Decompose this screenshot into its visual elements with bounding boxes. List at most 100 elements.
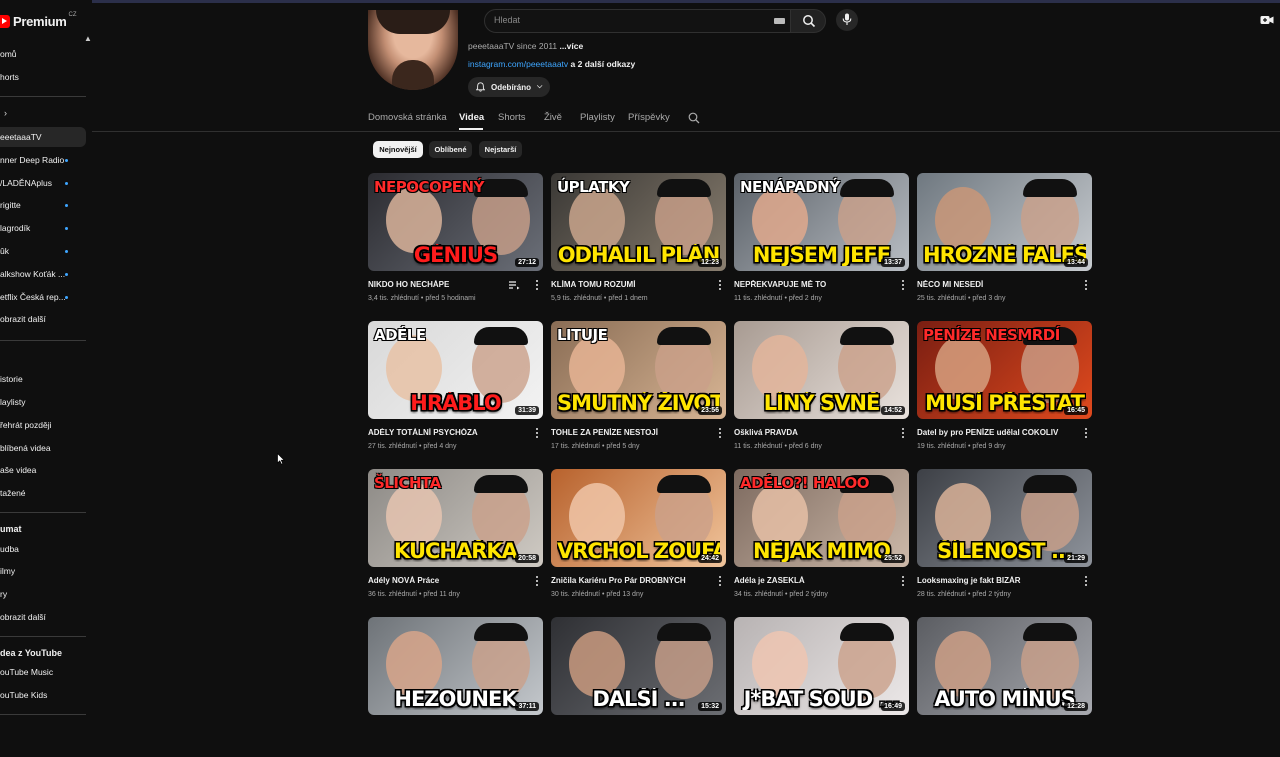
more-options-icon[interactable] (535, 280, 539, 292)
sidebar-item-youtube-kids[interactable]: ouTube Kids (0, 685, 86, 705)
sidebar-item-subscription[interactable]: /LADĚNAplus (0, 173, 86, 193)
search-button[interactable] (790, 9, 826, 33)
chevron-up-icon[interactable]: ▲ (84, 34, 92, 43)
video-thumbnail[interactable]: AUTO MÍNUS 12:28 (917, 617, 1092, 715)
video-card[interactable]: DALŠÍ ... 15:32 (551, 617, 726, 757)
subscribed-button[interactable]: Odebíráno ⌵ (468, 77, 550, 97)
video-card[interactable]: NENÁPADNÝ NEJSEM JEFF 13:37 NEPŘEKVAPUJE MĚ… (734, 173, 909, 313)
sidebar-item-peeetaaatv[interactable]: eeetaaaTV (0, 127, 86, 147)
chevron-right-icon[interactable]: › (4, 108, 7, 118)
video-card[interactable]: ADÉLO?! HALOO NĚJAK MIMO 25:52 Adéla je ZAS… (734, 469, 909, 609)
youtube-premium-logo[interactable]: Premium CZ (0, 12, 77, 30)
video-thumbnail[interactable]: NEPOCOPENÝ GÉNIUS 27:12 (368, 173, 543, 271)
video-thumbnail[interactable]: PENÍZE NESMRDÍ MUSÍ PŘESTAT 16:45 (917, 321, 1092, 419)
video-title[interactable]: Zničila Kariéru Pro Pár DROBNÝCH (551, 576, 701, 585)
more-options-icon[interactable] (718, 576, 722, 588)
sidebar-item-movies[interactable]: ilmy (0, 561, 86, 581)
video-title[interactable]: Ošklivá PRAVDA (734, 428, 884, 437)
video-title[interactable]: Adély NOVÁ Práce (368, 576, 518, 585)
video-card[interactable]: PENÍZE NESMRDÍ MUSÍ PŘESTAT 16:45 Datel by … (917, 321, 1092, 461)
sidebar-item-subscription[interactable]: rigitte (0, 195, 86, 215)
channel-description[interactable]: peeetaaaTV since 2011 ...více (468, 41, 583, 51)
more-options-icon[interactable] (535, 428, 539, 440)
video-card[interactable]: HEZOUNEK 37:11 (368, 617, 543, 757)
sidebar-item-youtube-music[interactable]: ouTube Music (0, 662, 86, 682)
video-card[interactable]: LÍNÝ SVNĚ 14:52 Ošklivá PRAVDA 11 tis. zhlé… (734, 321, 909, 461)
video-title[interactable]: Adéla je ZASEKLÁ (734, 576, 884, 585)
video-thumbnail[interactable]: HEZOUNEK 37:11 (368, 617, 543, 715)
sidebar-item-playlists[interactable]: laylisty (0, 392, 86, 412)
voice-search-button[interactable] (836, 9, 858, 31)
tab-live[interactable]: Živě (544, 112, 562, 123)
tab-playlists[interactable]: Playlisty (580, 112, 615, 123)
video-card[interactable]: AUTO MÍNUS 12:28 (917, 617, 1092, 757)
more-options-icon[interactable] (535, 576, 539, 588)
chip-newest[interactable]: Nejnovější (373, 141, 423, 158)
sidebar-item-subscription[interactable]: nner Deep Radio (0, 150, 86, 170)
channel-instagram-link[interactable]: instagram.com/peeetaaatv (468, 59, 568, 69)
sidebar-item-subscription[interactable]: lagrodík (0, 218, 86, 238)
more-options-icon[interactable] (718, 428, 722, 440)
video-card[interactable]: ŠÍLENOST ... 21:29 Looksmaxing je fakt BIZ… (917, 469, 1092, 609)
sidebar-show-more[interactable]: obrazit další (0, 607, 86, 627)
channel-more-links[interactable]: a 2 další odkazy (568, 59, 636, 69)
video-card[interactable]: LITUJE SMUTNÝ ŽIVOT 23:56 TOHLE ZA PENÍZE N… (551, 321, 726, 461)
video-card[interactable]: NEPOCOPENÝ GÉNIUS 27:12 NIKDO HO NECHÁPE 3,4… (368, 173, 543, 313)
video-thumbnail[interactable]: J*BAT SOUD ... 16:49 (734, 617, 909, 715)
search-input[interactable]: Hledat (494, 15, 520, 25)
video-card[interactable]: HROZNÉ FALEŠNÉ13:44 NĚCO MI NESEDÍ 25 tis.… (917, 173, 1092, 313)
video-title[interactable]: KLÍMA TOMU ROZUMÍ (551, 280, 701, 289)
video-thumbnail[interactable]: NENÁPADNÝ NEJSEM JEFF 13:37 (734, 173, 909, 271)
sidebar-item-music[interactable]: udba (0, 539, 86, 559)
more-options-icon[interactable] (1084, 576, 1088, 588)
video-thumbnail[interactable]: HROZNÉ FALEŠNÉ13:44 (917, 173, 1092, 271)
sidebar-item-subscription[interactable]: etflix Česká rep... (0, 287, 86, 307)
video-title[interactable]: NĚCO MI NESEDÍ (917, 280, 1067, 289)
video-title[interactable]: NEPŘEKVAPUJE MĚ TO (734, 280, 884, 289)
sidebar-item-downloads[interactable]: tažené (0, 483, 86, 503)
video-thumbnail[interactable]: ŠLICHTA KUCHAŘKA 20:58 (368, 469, 543, 567)
chip-oldest[interactable]: Nejstarší (479, 141, 522, 158)
more-options-icon[interactable] (718, 280, 722, 292)
sidebar-item-subscription[interactable]: ûk (0, 241, 86, 261)
search-box[interactable]: Hledat (484, 9, 792, 33)
sidebar-item-shorts[interactable]: horts (0, 67, 86, 87)
video-thumbnail[interactable]: VRCHOL ZOUFALSTVÍ24:42 (551, 469, 726, 567)
channel-more-link[interactable]: ...více (560, 41, 584, 51)
video-thumbnail[interactable]: ŠÍLENOST ... 21:29 (917, 469, 1092, 567)
video-card[interactable]: ŠLICHTA KUCHAŘKA 20:58 Adély NOVÁ Práce 36 t… (368, 469, 543, 609)
video-card[interactable]: VRCHOL ZOUFALSTVÍ24:42 Zničila Kariéru Pr… (551, 469, 726, 609)
video-title[interactable]: TOHLE ZA PENÍZE NESTOJÍ (551, 428, 701, 437)
video-thumbnail[interactable]: ADÉLO?! HALOO NĚJAK MIMO 25:52 (734, 469, 909, 567)
video-thumbnail[interactable]: ÚPLATKY ODHALIL PLÁN 12:23 (551, 173, 726, 271)
sidebar-item-home[interactable]: omů (0, 44, 86, 64)
video-thumbnail[interactable]: DALŠÍ ... 15:32 (551, 617, 726, 715)
sidebar-item-history[interactable]: istorie (0, 369, 86, 389)
tab-videos[interactable]: Videa (459, 112, 484, 123)
sidebar-item-watch-later[interactable]: řehrát později (0, 415, 86, 435)
keyboard-icon[interactable] (774, 18, 785, 24)
video-thumbnail[interactable]: LITUJE SMUTNÝ ŽIVOT 23:56 (551, 321, 726, 419)
tab-home[interactable]: Domovská stránka (368, 112, 447, 123)
video-card[interactable]: ADÉLE HRÁBLO 31:39 ADÉLY TOTÁLNÍ PSYCHÓZA 27… (368, 321, 543, 461)
sidebar-item-liked-videos[interactable]: blíbená videa (0, 438, 86, 458)
video-title[interactable]: NIKDO HO NECHÁPE (368, 280, 518, 289)
video-title[interactable]: Datel by pro PENÍZE udělal COKOLIV (917, 428, 1067, 437)
sidebar-item-your-videos[interactable]: aše videa (0, 460, 86, 480)
more-options-icon[interactable] (1084, 428, 1088, 440)
tab-posts[interactable]: Příspěvky (628, 112, 670, 123)
add-to-queue-icon[interactable] (508, 279, 520, 291)
channel-avatar[interactable] (368, 10, 458, 90)
more-options-icon[interactable] (1084, 280, 1088, 292)
video-title[interactable]: ADÉLY TOTÁLNÍ PSYCHÓZA (368, 428, 518, 437)
more-options-icon[interactable] (901, 576, 905, 588)
chip-popular[interactable]: Oblíbené (429, 141, 472, 158)
video-thumbnail[interactable]: ADÉLE HRÁBLO 31:39 (368, 321, 543, 419)
sidebar-item-subscription[interactable]: alkshow Koťák ... (0, 264, 86, 284)
create-video-icon[interactable] (1260, 13, 1274, 27)
more-options-icon[interactable] (901, 428, 905, 440)
sidebar-item-gaming[interactable]: ry (0, 584, 86, 604)
video-title[interactable]: Looksmaxing je fakt BIZÁR (917, 576, 1067, 585)
video-thumbnail[interactable]: LÍNÝ SVNĚ 14:52 (734, 321, 909, 419)
tab-shorts[interactable]: Shorts (498, 112, 525, 123)
